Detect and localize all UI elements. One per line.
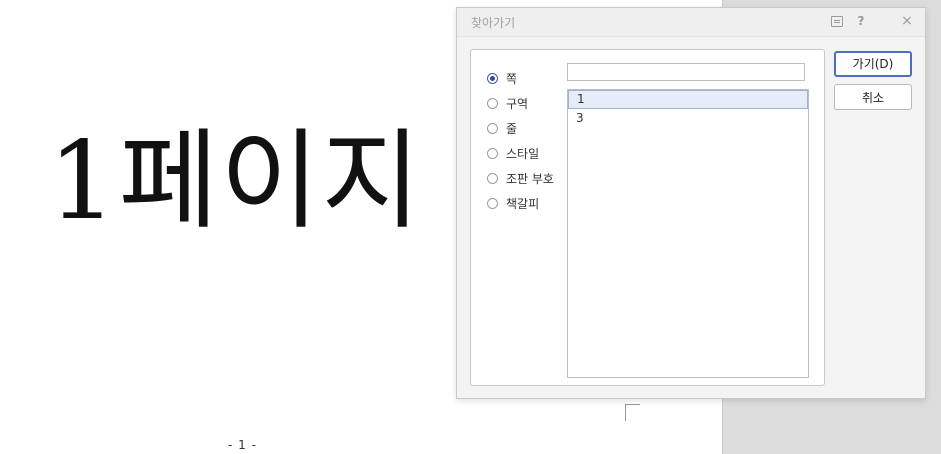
close-icon[interactable]: ×	[899, 12, 915, 30]
radio-label: 책갈피	[506, 197, 540, 211]
radio-button[interactable]	[487, 148, 498, 159]
radio-label: 줄	[506, 122, 518, 136]
radio-bookmark[interactable]: 책갈피	[487, 191, 554, 216]
page-heading-text: 1페이지	[48, 119, 423, 244]
goto-dialog: 찾아가기 ? × 쪽 구역 줄 스타일 조판 부호 책갈피 1 3 가기(D) …	[456, 7, 926, 399]
radio-label: 쪽	[506, 72, 518, 86]
radio-style[interactable]: 스타일	[487, 141, 554, 166]
cancel-button[interactable]: 취소	[834, 84, 912, 110]
radio-button[interactable]	[487, 198, 498, 209]
radio-page[interactable]: 쪽	[487, 66, 554, 91]
radio-control-code[interactable]: 조판 부호	[487, 166, 554, 191]
page-corner-marker	[625, 404, 640, 421]
list-item[interactable]: 3	[568, 109, 808, 127]
radio-label: 구역	[506, 97, 529, 111]
goto-type-radio-group: 쪽 구역 줄 스타일 조판 부호 책갈피	[487, 66, 554, 216]
goto-target-input[interactable]	[567, 63, 805, 81]
radio-button[interactable]	[487, 98, 498, 109]
radio-section[interactable]: 구역	[487, 91, 554, 116]
memo-icon[interactable]	[829, 12, 845, 30]
dialog-title: 찾아가기	[471, 16, 516, 30]
help-icon[interactable]: ?	[853, 12, 869, 30]
go-button[interactable]: 가기(D)	[834, 51, 912, 77]
radio-label: 조판 부호	[506, 172, 554, 186]
goto-target-list[interactable]: 1 3	[567, 89, 809, 378]
radio-line[interactable]: 줄	[487, 116, 554, 141]
radio-label: 스타일	[506, 147, 540, 161]
radio-button[interactable]	[487, 73, 498, 84]
radio-button[interactable]	[487, 173, 498, 184]
radio-button[interactable]	[487, 123, 498, 134]
dialog-title-bar[interactable]: 찾아가기 ? ×	[457, 8, 925, 37]
list-item[interactable]: 1	[568, 90, 808, 109]
page-number-footer: - 1 -	[228, 438, 257, 452]
goto-options-group: 쪽 구역 줄 스타일 조판 부호 책갈피 1 3	[470, 49, 825, 386]
